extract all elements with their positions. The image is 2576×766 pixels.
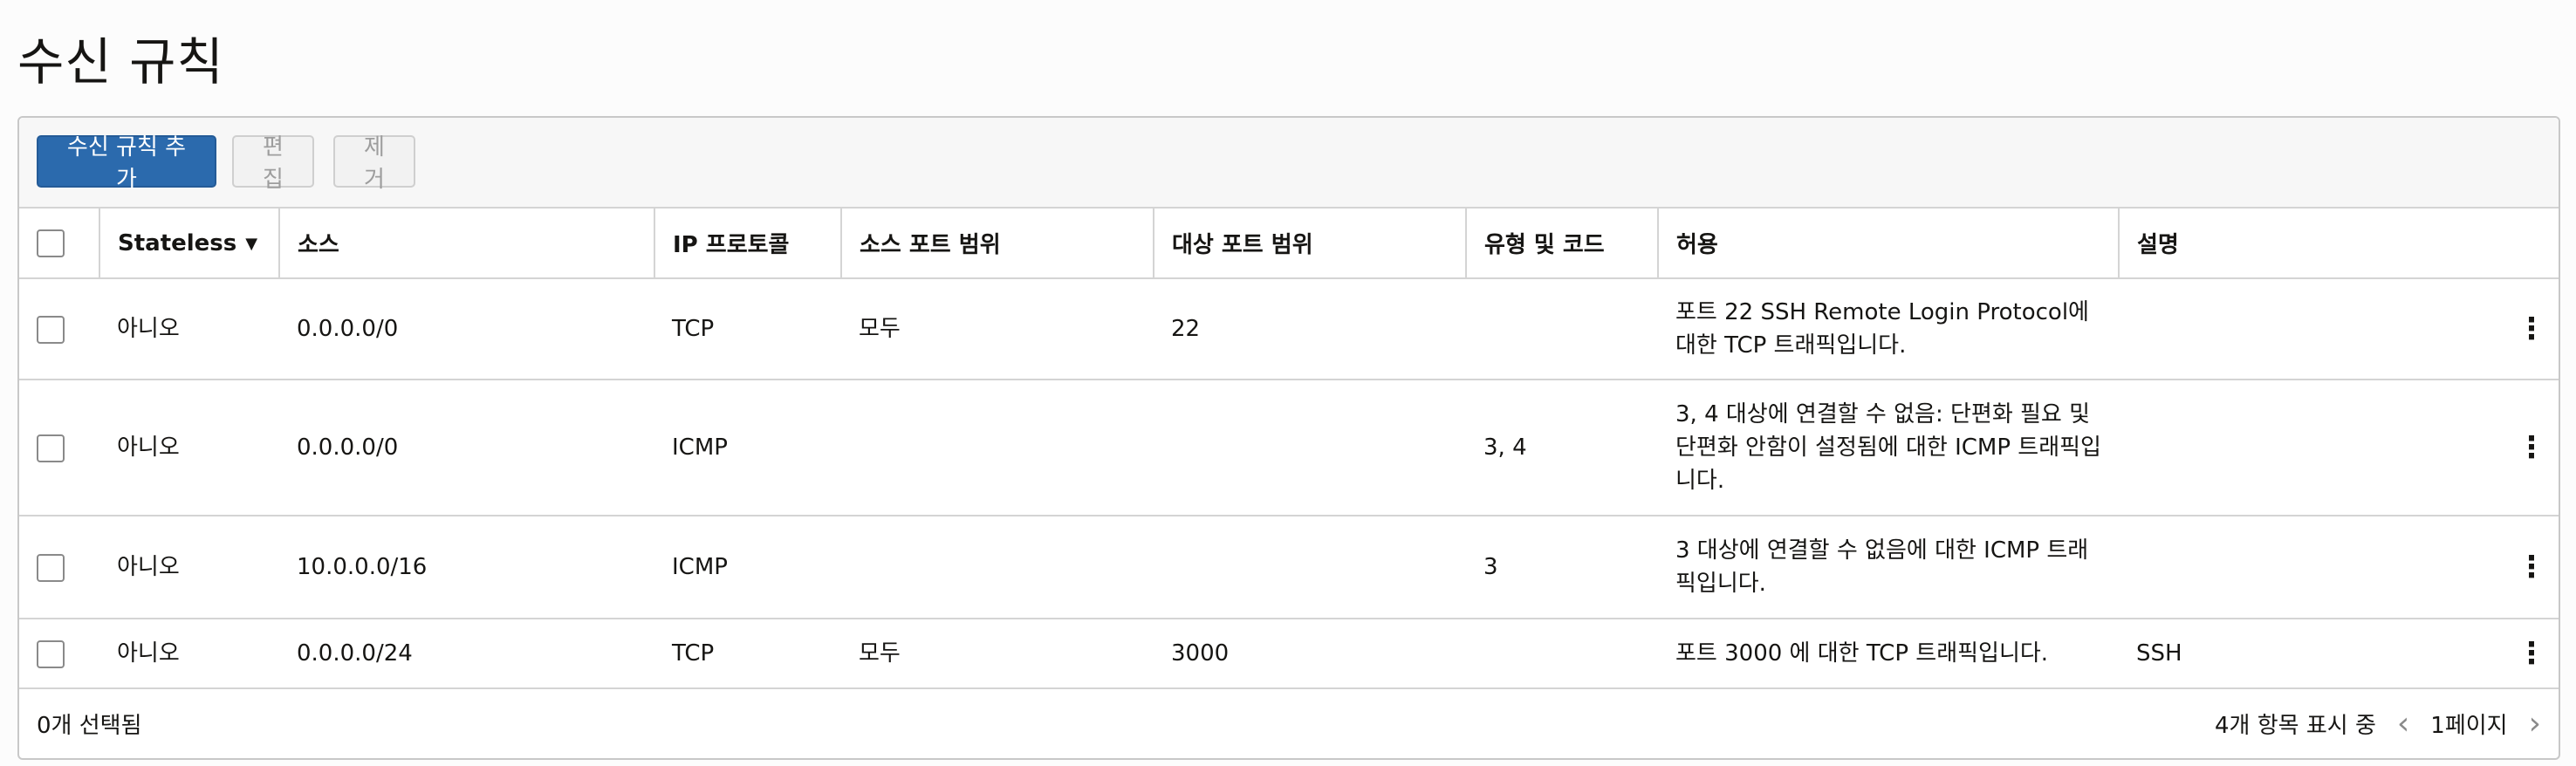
item-count: 4개 항목 표시 중 xyxy=(2215,712,2376,739)
remove-button[interactable]: 제거 xyxy=(333,134,415,193)
cell-destination-port xyxy=(1154,380,1466,516)
column-header-allow: 허용 xyxy=(1658,209,2120,279)
cell-destination-port: 22 xyxy=(1154,278,1466,380)
cell-description: SSH xyxy=(2119,619,2499,689)
cell-protocol: ICMP xyxy=(654,380,841,516)
cell-description xyxy=(2119,278,2499,380)
pagination: 4개 항목 표시 중 ‹ 1페이지 › xyxy=(2215,706,2541,742)
sort-desc-icon: ▼ xyxy=(245,234,258,253)
cell-stateless: 아니오 xyxy=(99,619,279,689)
cell-protocol: TCP xyxy=(654,278,841,380)
row-checkbox[interactable] xyxy=(37,639,65,668)
cell-stateless: 아니오 xyxy=(99,380,279,516)
column-header-destination-port: 대상 포트 범위 xyxy=(1154,209,1467,279)
table-row: 아니오 0.0.0.0/24 TCP 모두 3000 포트 3000 에 대한 … xyxy=(19,619,2559,689)
row-checkbox[interactable] xyxy=(37,434,65,462)
cell-type-code: 3 xyxy=(1466,516,1658,619)
cell-source-port: 모두 xyxy=(841,278,1154,380)
header-row: Stateless ▼ 소스 IP 프로토콜 소스 포트 범위 대상 포트 범위 … xyxy=(19,209,2559,279)
edit-button[interactable]: 편집 xyxy=(232,134,314,193)
cell-stateless: 아니오 xyxy=(99,516,279,619)
cell-protocol: ICMP xyxy=(654,516,841,619)
row-select-cell xyxy=(19,619,99,689)
column-header-stateless[interactable]: Stateless ▼ xyxy=(99,209,280,279)
selected-count: 0개 선택됨 xyxy=(37,712,142,739)
cell-destination-port xyxy=(1154,516,1466,619)
row-select-cell xyxy=(19,380,99,516)
column-header-description: 설명 xyxy=(2119,209,2559,279)
select-all-checkbox[interactable] xyxy=(37,229,65,257)
row-checkbox[interactable] xyxy=(37,315,65,344)
cell-destination-port: 3000 xyxy=(1154,619,1466,689)
cell-allow: 포트 3000 에 대한 TCP 트래픽입니다. xyxy=(1658,619,2119,689)
rules-table: Stateless ▼ 소스 IP 프로토콜 소스 포트 범위 대상 포트 범위 … xyxy=(19,209,2559,689)
add-rule-button[interactable]: 수신 규칙 추가 xyxy=(37,134,216,193)
cell-protocol: TCP xyxy=(654,619,841,689)
kebab-icon[interactable]: ⋮ xyxy=(2499,619,2559,689)
cell-stateless: 아니오 xyxy=(99,278,279,380)
table-row: 아니오 10.0.0.0/16 ICMP 3 3 대상에 연결할 수 없음에 대… xyxy=(19,516,2559,619)
cell-source-port: 모두 xyxy=(841,619,1154,689)
column-header-source: 소스 xyxy=(279,209,655,279)
cell-description xyxy=(2119,516,2499,619)
toolbar: 수신 규칙 추가 편집 제거 xyxy=(19,118,2559,209)
kebab-icon[interactable]: ⋮ xyxy=(2499,278,2559,380)
table-row: 아니오 0.0.0.0/0 ICMP 3, 4 3, 4 대상에 연결할 수 없… xyxy=(19,380,2559,516)
cell-type-code xyxy=(1466,278,1658,380)
kebab-icon[interactable]: ⋮ xyxy=(2499,516,2559,619)
cell-source: 0.0.0.0/24 xyxy=(279,619,654,689)
row-select-cell xyxy=(19,516,99,619)
cell-source: 0.0.0.0/0 xyxy=(279,380,654,516)
cell-source-port xyxy=(841,380,1154,516)
cell-source-port xyxy=(841,516,1154,619)
select-all-cell xyxy=(19,209,100,279)
column-header-source-port: 소스 포트 범위 xyxy=(841,209,1154,279)
column-header-protocol: IP 프로토콜 xyxy=(654,209,842,279)
chevron-left-icon[interactable]: ‹ xyxy=(2397,706,2409,742)
table-footer: 0개 선택됨 4개 항목 표시 중 ‹ 1페이지 › xyxy=(19,688,2559,758)
chevron-right-icon[interactable]: › xyxy=(2529,706,2541,742)
cell-allow: 3 대상에 연결할 수 없음에 대한 ICMP 트래픽입니다. xyxy=(1658,516,2119,619)
row-select-cell xyxy=(19,278,99,380)
kebab-icon[interactable]: ⋮ xyxy=(2499,380,2559,516)
column-header-type-code: 유형 및 코드 xyxy=(1466,209,1659,279)
cell-allow: 3, 4 대상에 연결할 수 없음: 단편화 필요 및 단편화 안함이 설정됨에… xyxy=(1658,380,2119,516)
rules-panel: 수신 규칙 추가 편집 제거 Stateless ▼ 소스 IP 프로토콜 소스 … xyxy=(17,116,2560,760)
page-indicator: 1페이지 xyxy=(2430,712,2508,739)
cell-description xyxy=(2119,380,2499,516)
row-checkbox[interactable] xyxy=(37,553,65,582)
cell-type-code xyxy=(1466,619,1658,689)
cell-source: 0.0.0.0/0 xyxy=(279,278,654,380)
cell-type-code: 3, 4 xyxy=(1466,380,1658,516)
table-row: 아니오 0.0.0.0/0 TCP 모두 22 포트 22 SSH Remote… xyxy=(19,278,2559,380)
page-title: 수신 규칙 xyxy=(17,32,224,92)
column-label: Stateless xyxy=(118,229,237,256)
cell-allow: 포트 22 SSH Remote Login Protocol에 대한 TCP … xyxy=(1658,278,2119,380)
cell-source: 10.0.0.0/16 xyxy=(279,516,654,619)
